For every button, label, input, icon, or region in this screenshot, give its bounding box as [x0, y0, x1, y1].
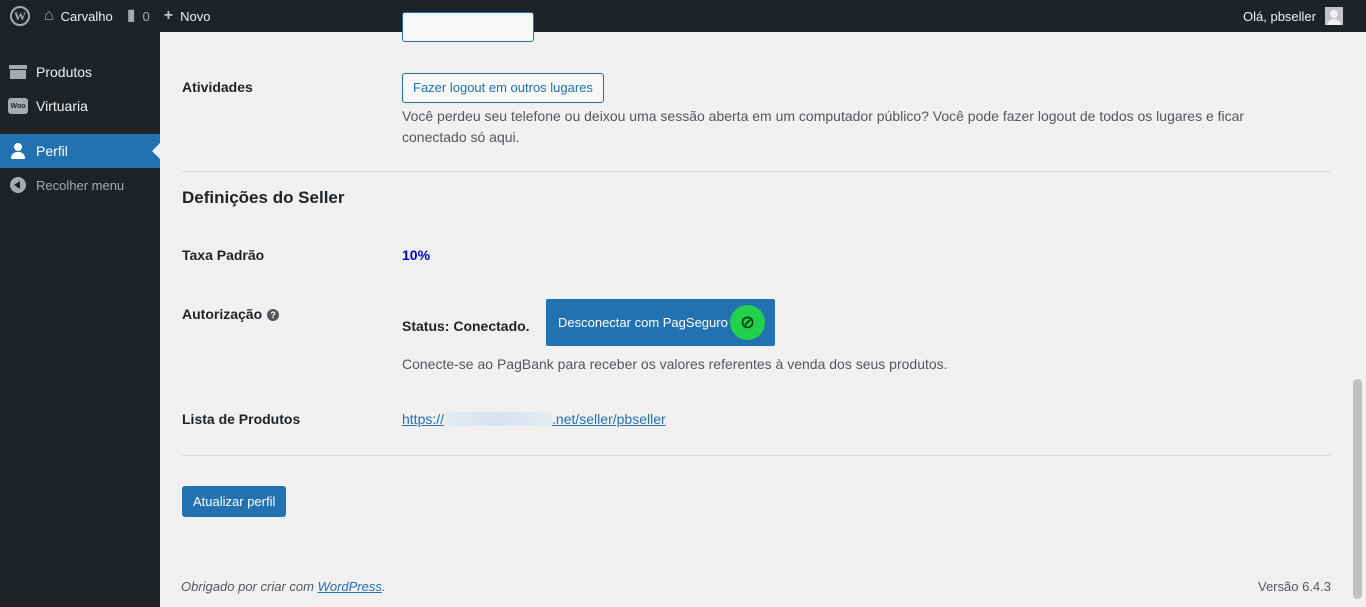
woo-icon: Woo — [8, 98, 28, 114]
logout-everywhere-button[interactable]: Fazer logout em outros lugares — [402, 73, 604, 103]
help-icon[interactable]: ? — [267, 309, 280, 321]
logout-description: Você perdeu seu telefone ou deixou uma s… — [402, 106, 1244, 148]
auth-label-text: Autorização — [182, 306, 263, 322]
update-profile-button[interactable]: Atualizar perfil — [182, 486, 287, 517]
activities-label: Atividades — [182, 79, 253, 95]
logout-desc-line2: conectado só aqui. — [402, 129, 520, 145]
link-suffix: .net/seller/pbseller — [552, 411, 666, 427]
auth-description: Conecte-se ao PagBank para receber os va… — [402, 356, 948, 372]
taxa-value: 10% — [402, 247, 431, 263]
footer: Obrigado por criar com WordPress. Versão… — [181, 579, 1331, 594]
site-name-label: Carvalho — [60, 8, 113, 24]
comment-icon: ▮ — [126, 7, 136, 24]
comments-link[interactable]: ▮ 0 — [120, 0, 157, 32]
my-account-menu[interactable]: Olá, pbseller — [1236, 0, 1343, 32]
wordpress-link[interactable]: WordPress — [318, 579, 382, 594]
wordpress-logo-menu[interactable]: W — [0, 0, 37, 32]
collapse-arrow-icon — [10, 177, 26, 193]
sidebar-item-label: Perfil — [36, 143, 68, 159]
collapse-menu-label: Recolher menu — [36, 177, 125, 193]
footer-thanks: Obrigado por criar com WordPress. — [181, 579, 385, 594]
products-list-label: Lista de Produtos — [182, 411, 301, 427]
footer-thanks-end: . — [381, 579, 386, 594]
scrollbar-thumb[interactable] — [1353, 379, 1362, 599]
admin-sidebar: Produtos Woo Virtuaria Perfil Recolher m… — [0, 32, 160, 607]
taxa-label: Taxa Padrão — [182, 247, 265, 263]
sidebar-item-perfil[interactable]: Perfil — [0, 134, 160, 168]
generate-password-button[interactable] — [402, 12, 534, 42]
seller-section-title: Definições do Seller — [182, 188, 345, 207]
greeting-label: Olá, pbseller — [1243, 8, 1316, 24]
home-icon: ⌂ — [44, 7, 54, 24]
plus-icon: + — [163, 7, 174, 24]
avatar — [1325, 7, 1343, 25]
sidebar-item-virtuaria[interactable]: Woo Virtuaria — [0, 89, 160, 123]
sidebar-item-label: Produtos — [36, 64, 93, 80]
divider — [182, 455, 1331, 456]
new-label: Novo — [180, 8, 211, 24]
new-content-menu[interactable]: + Novo — [157, 0, 218, 32]
collapse-menu-button[interactable]: Recolher menu — [0, 168, 160, 202]
site-name-link[interactable]: ⌂ Carvalho — [37, 0, 120, 32]
footer-version: Versão 6.4.3 — [1258, 579, 1331, 594]
sidebar-item-produtos[interactable]: Produtos — [0, 55, 160, 89]
logout-desc-line1: Você perdeu seu telefone ou deixou uma s… — [402, 108, 1245, 124]
redacted-domain — [444, 412, 553, 426]
sidebar-item-label: Virtuaria — [36, 98, 88, 114]
disconnect-pagseguro-button[interactable]: Desconectar com PagSeguro ⊘ — [546, 299, 775, 346]
archive-icon — [9, 65, 27, 79]
admin-bar: W ⌂ Carvalho ▮ 0 + Novo Olá, pbseller — [0, 0, 1366, 32]
footer-thanks-text: Obrigado por criar com — [181, 579, 318, 594]
user-icon — [10, 143, 26, 159]
products-list-link[interactable]: https:// .net/seller/pbseller — [402, 411, 666, 427]
link-prefix: https:// — [402, 411, 445, 427]
scrollbar[interactable] — [1350, 32, 1366, 607]
comments-count: 0 — [142, 8, 150, 24]
wordpress-logo-icon: W — [10, 6, 30, 26]
divider — [182, 171, 1331, 172]
pagseguro-logo-icon: ⊘ — [730, 305, 765, 340]
auth-status: Status: Conectado. — [402, 318, 530, 334]
disconnect-button-label: Desconectar com PagSeguro — [558, 315, 728, 330]
auth-label: Autorização? — [182, 306, 280, 322]
